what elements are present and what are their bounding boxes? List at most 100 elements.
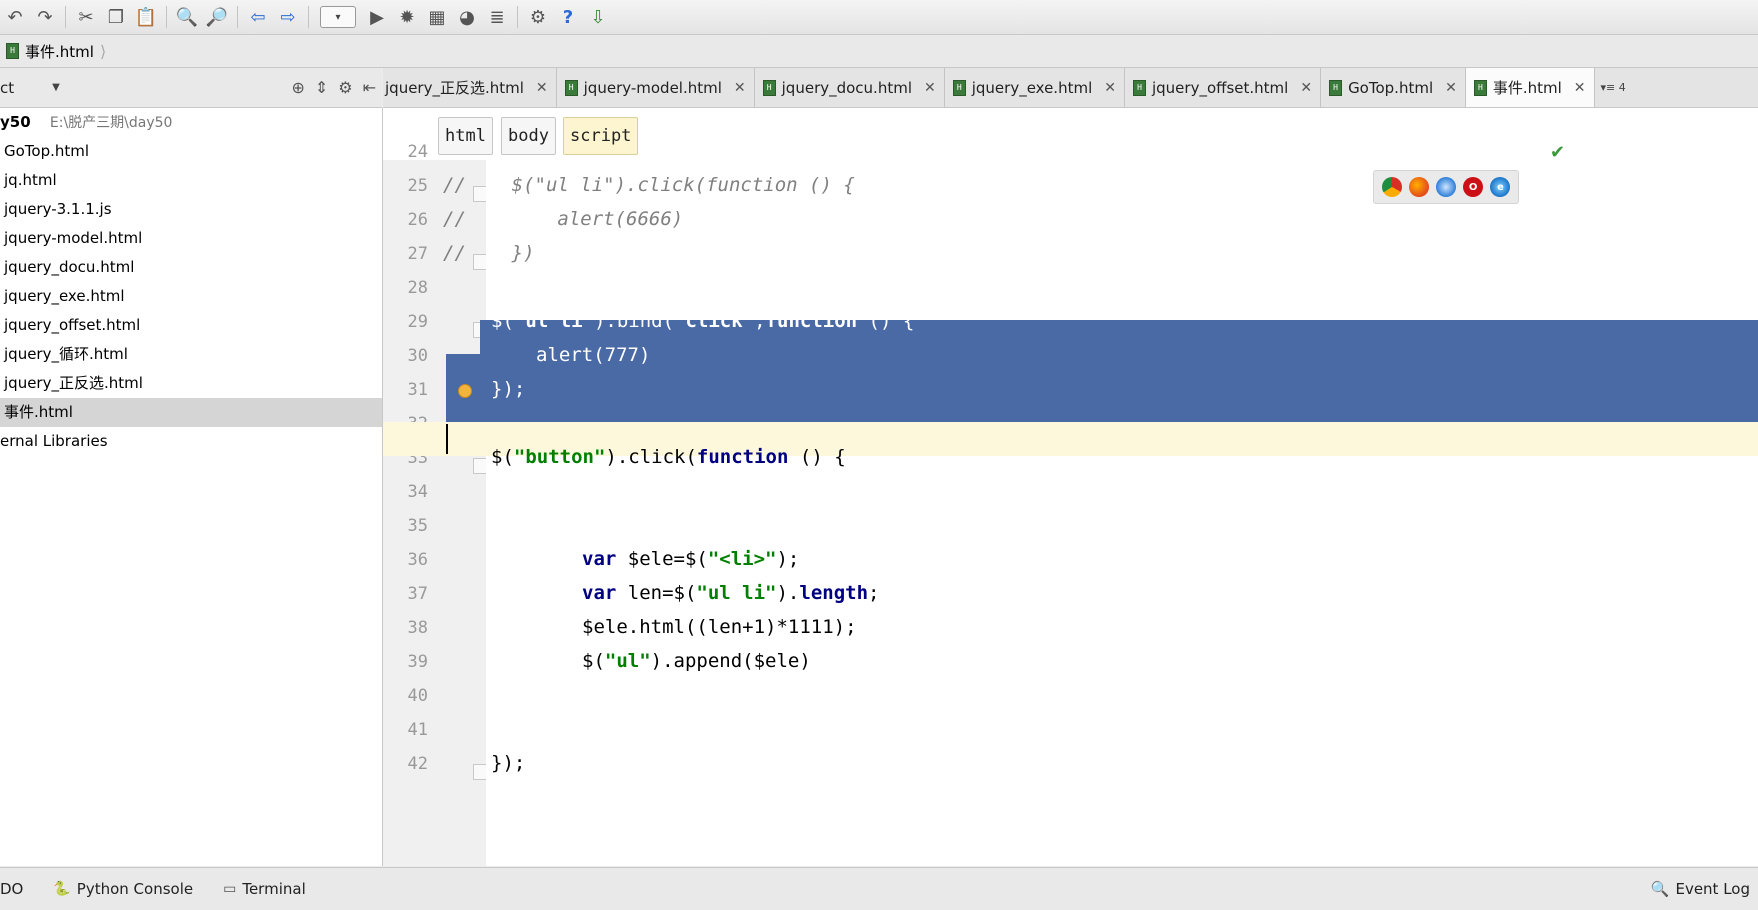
code-line: $("ul li").bind("click",function () { [486, 304, 1758, 338]
terminal-button[interactable]: ▭ Terminal [223, 880, 306, 898]
event-log-button[interactable]: 🔍 Event Log [1651, 880, 1750, 898]
replace-icon[interactable]: 🔎 [205, 5, 229, 29]
opera-icon[interactable]: O [1463, 177, 1484, 197]
tree-item-label: GoTop.html [4, 142, 90, 160]
project-tree: y50 E:\脱产三期\day50 GoTop.html jq.html jqu… [0, 108, 383, 866]
todo-tool-button[interactable]: DO [0, 880, 23, 898]
code-string: "click" [674, 310, 755, 332]
tasks-icon[interactable]: ≣ [485, 5, 509, 29]
tab-label: jquery_exe.html [971, 78, 1093, 97]
editor-tab[interactable]: H jquery_exe.html ✕ [945, 68, 1125, 107]
close-icon[interactable]: ✕ [1104, 80, 1116, 96]
profile-icon[interactable]: ◕ [455, 5, 479, 29]
toolbar-divider [166, 6, 167, 28]
tab-label: jquery_正反选.html [385, 79, 524, 97]
tree-item[interactable]: jquery_offset.html [0, 311, 382, 340]
debug-icon[interactable]: ✹ [395, 5, 419, 29]
undo-icon[interactable]: ↶ [3, 5, 27, 29]
python-console-button[interactable]: 🐍 Python Console [53, 880, 193, 898]
tree-item-label: jquery_正反选.html [4, 374, 143, 392]
run-icon[interactable]: ▶ [365, 5, 389, 29]
editor-tab[interactable]: jquery_正反选.html ✕ [383, 68, 557, 107]
collapse-icon[interactable]: ⇕ [315, 78, 328, 97]
tab-overflow-button[interactable]: ▾≡ 4 [1595, 68, 1632, 107]
code-punct: ; [868, 582, 880, 604]
ie-icon[interactable]: e [1490, 177, 1511, 197]
project-view-label[interactable]: ct [0, 79, 14, 97]
code-string: "ul li" [696, 582, 777, 604]
tree-item[interactable]: jquery-3.1.1.js [0, 195, 382, 224]
code-string: "ul" [604, 650, 651, 672]
gear-icon[interactable]: ⚙ [338, 78, 352, 97]
line-number: 28 [407, 278, 428, 298]
back-icon[interactable]: ⇦ [246, 5, 270, 29]
editor-tab[interactable]: H GoTop.html ✕ [1321, 68, 1466, 107]
code-keyword: var [582, 582, 617, 604]
intention-bulb-icon[interactable] [458, 384, 472, 398]
tree-item-external-libraries[interactable]: ernal Libraries [0, 427, 382, 456]
locate-icon[interactable]: ⊕ [291, 78, 304, 97]
editor-tab[interactable]: H jquery_offset.html ✕ [1125, 68, 1322, 107]
editor-crumb-script[interactable]: script [563, 117, 639, 155]
copy-icon[interactable]: ❐ [104, 5, 128, 29]
tree-item[interactable]: jquery_正反选.html [0, 369, 382, 398]
html-file-icon: H [1132, 79, 1146, 96]
editor-crumb-html[interactable]: html [438, 117, 493, 155]
forward-icon[interactable]: ⇨ [276, 5, 300, 29]
tree-item[interactable]: jquery_循环.html [0, 340, 382, 369]
code-line: var len=$("ul li").length; [486, 576, 1758, 610]
code-string: "button" [513, 446, 606, 468]
settings-icon[interactable]: ⚙ [526, 5, 550, 29]
project-root[interactable]: y50 E:\脱产三期\day50 [0, 108, 382, 137]
editor-tab-bar: jquery_正反选.html ✕ H jquery-model.html ✕ … [383, 68, 1758, 108]
code-statement: alert(777) [536, 344, 651, 366]
editor-tab-active[interactable]: H 事件.html ✕ [1465, 68, 1595, 107]
code-keyword: function [765, 310, 858, 332]
breadcrumb[interactable]: H 事件.html ⟩ [0, 41, 106, 62]
tree-item-selected[interactable]: 事件.html [0, 398, 382, 427]
project-panel-tools: ⊕ ⇕ ⚙ ⇤ [291, 78, 376, 97]
chrome-icon[interactable] [1381, 177, 1402, 197]
close-icon[interactable]: ✕ [734, 80, 746, 96]
line-number: 42 [407, 754, 428, 774]
run-config-dropdown[interactable]: ▾ [320, 6, 356, 28]
close-icon[interactable]: ✕ [1445, 80, 1457, 96]
close-icon[interactable]: ✕ [1574, 80, 1586, 96]
chevron-down-icon[interactable]: ▼ [52, 82, 60, 93]
update-icon[interactable]: ⇩ [586, 5, 610, 29]
editor-tab[interactable]: H jquery_docu.html ✕ [755, 68, 945, 107]
safari-icon[interactable] [1435, 177, 1456, 197]
close-icon[interactable]: ✕ [536, 80, 548, 96]
redo-icon[interactable]: ↷ [33, 5, 57, 29]
code-identifier: $ele=$( [616, 548, 708, 570]
line-number: 34 [407, 482, 428, 502]
cut-icon[interactable]: ✂ [74, 5, 98, 29]
tree-item[interactable]: jquery_exe.html [0, 282, 382, 311]
todo-label: DO [0, 880, 24, 898]
toolbar-divider [237, 6, 238, 28]
tree-item[interactable]: jq.html [0, 166, 382, 195]
tree-item[interactable]: GoTop.html [0, 137, 382, 166]
tool-window-bar: DO 🐍 Python Console ▭ Terminal 🔍 Event L… [0, 867, 1758, 910]
html-file-icon: H [6, 43, 19, 59]
coverage-icon[interactable]: ▦ [425, 5, 449, 29]
code-method: ).bind( [593, 310, 675, 332]
code-punct: $( [491, 446, 514, 468]
code-keyword: var [582, 548, 617, 570]
search-icon: 🔍 [1650, 880, 1670, 898]
close-icon[interactable]: ✕ [1300, 80, 1312, 96]
help-icon[interactable]: ? [556, 5, 580, 29]
code-line: // alert(6666) [443, 202, 1758, 236]
find-icon[interactable]: 🔍 [175, 5, 199, 29]
firefox-icon[interactable] [1408, 177, 1429, 197]
tree-item[interactable]: jquery_docu.html [0, 253, 382, 282]
editor-crumb-body[interactable]: body [501, 117, 556, 155]
paste-icon[interactable]: 📋 [134, 5, 158, 29]
tree-item-label: 事件.html [4, 403, 73, 421]
close-icon[interactable]: ✕ [924, 80, 936, 96]
tree-item[interactable]: jquery-model.html [0, 224, 382, 253]
editor-tab[interactable]: H jquery-model.html ✕ [557, 68, 755, 107]
hide-panel-icon[interactable]: ⇤ [363, 78, 376, 97]
python-console-label: Python Console [76, 880, 194, 898]
code-text-area[interactable]: // $("ul li").click(function () { // ale… [383, 160, 1758, 866]
